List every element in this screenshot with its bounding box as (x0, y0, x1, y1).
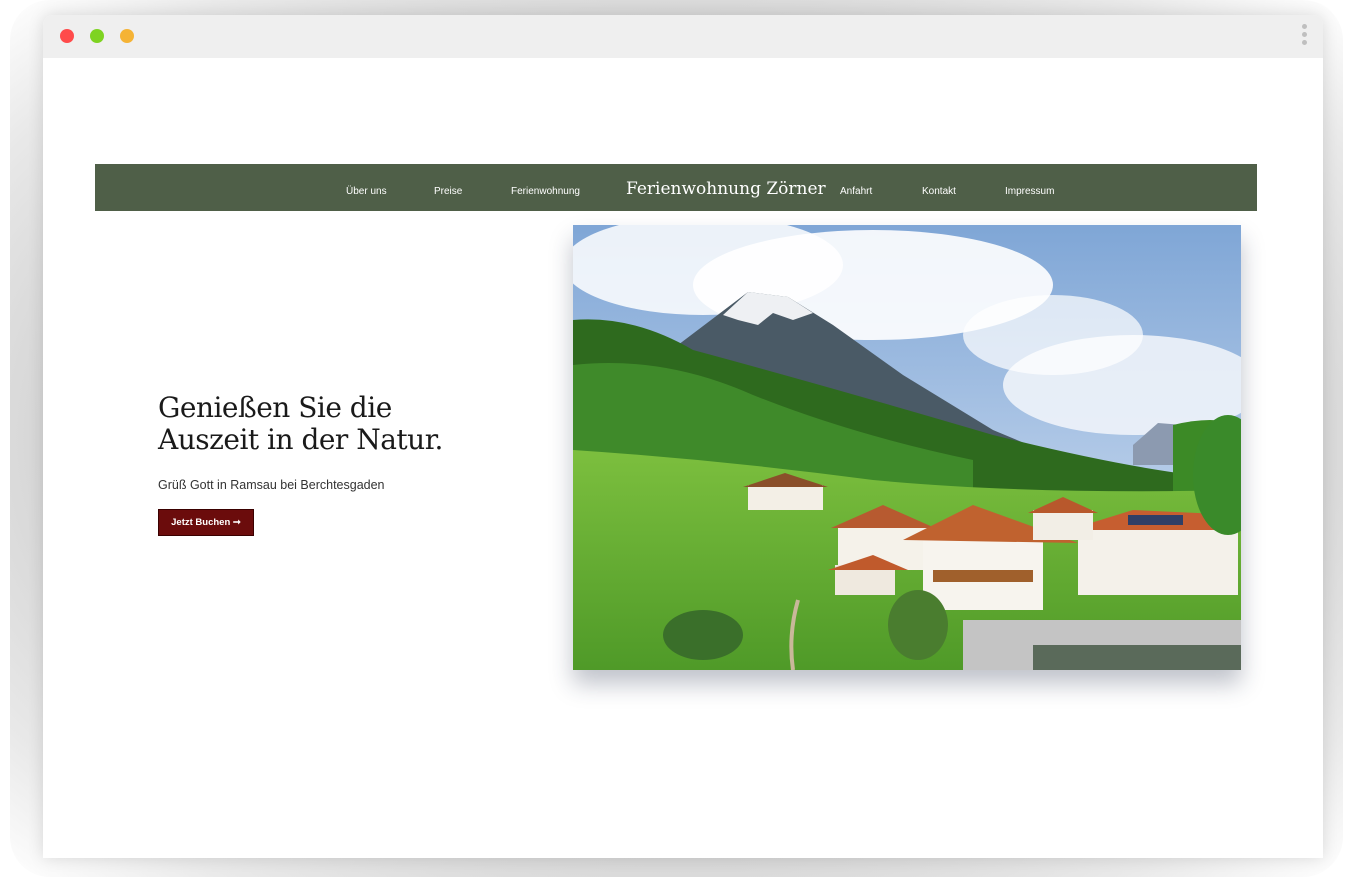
hero-headline-line1: Genießen Sie die (158, 391, 392, 424)
browser-window: Über uns Preise Ferienwohnung Ferienwohn… (43, 15, 1323, 858)
nav-link-kontakt[interactable]: Kontakt (922, 164, 956, 211)
main-navigation: Über uns Preise Ferienwohnung Ferienwohn… (95, 164, 1257, 211)
nav-link-ferienwohnung[interactable]: Ferienwohnung (511, 164, 580, 211)
nav-link-anfahrt[interactable]: Anfahrt (840, 164, 872, 211)
more-options-icon[interactable] (1302, 24, 1308, 48)
close-window-button[interactable] (60, 29, 74, 43)
village-landscape-image (573, 225, 1241, 670)
minimize-window-button[interactable] (120, 29, 134, 43)
site-brand-title[interactable]: Ferienwohnung Zörner (626, 164, 826, 211)
nav-link-ueber-uns[interactable]: Über uns (346, 164, 387, 211)
maximize-window-button[interactable] (90, 29, 104, 43)
window-titlebar (43, 15, 1323, 58)
book-now-button[interactable]: Jetzt Buchen ➞ (158, 509, 254, 536)
nav-link-impressum[interactable]: Impressum (1005, 164, 1054, 211)
hero-headline: Genießen Sie die Auszeit in der Natur. (158, 392, 538, 456)
nav-link-preise[interactable]: Preise (434, 164, 462, 211)
hero-subline: Grüß Gott in Ramsau bei Berchtesgaden (158, 478, 385, 492)
hero-headline-line2: Auszeit in der Natur. (158, 423, 443, 456)
